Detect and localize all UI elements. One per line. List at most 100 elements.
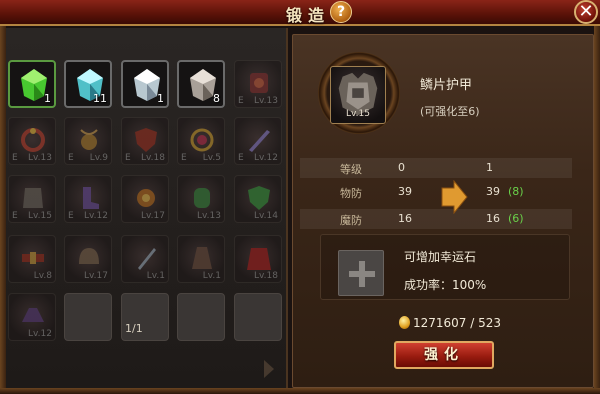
item-level: Lv.12 <box>28 329 52 339</box>
inventory-slot[interactable]: Lv.1 <box>177 235 225 283</box>
inventory-slot[interactable]: E Lv.9 <box>64 117 112 165</box>
item-level: Lv.18 <box>141 153 165 163</box>
stat-row-magic-defense: 魔防 16 16 (6) <box>300 209 572 229</box>
item-quantity: 1 <box>44 92 51 105</box>
frame-right <box>594 26 600 394</box>
cost-text: 1271607 / 523 <box>413 316 502 330</box>
item-level: Lv.17 <box>84 271 108 281</box>
inventory-slot[interactable]: E Lv.18 <box>121 117 169 165</box>
plus-icon-bar <box>349 271 375 277</box>
stat-label: 魔防 <box>340 214 362 227</box>
item-name: 鳞片护甲 <box>420 78 473 93</box>
rune-stone-icon <box>250 73 268 93</box>
inventory-slot[interactable]: Lv.12 <box>8 293 56 341</box>
boots-icon <box>83 187 99 209</box>
empty-slot[interactable] <box>234 293 282 341</box>
max-enhance-note: (可强化至6) <box>420 105 480 118</box>
empty-slot[interactable] <box>177 293 225 341</box>
inventory-slot[interactable]: E Lv.5 <box>177 117 225 165</box>
item-level: Lv.17 <box>141 211 165 221</box>
empty-slot[interactable] <box>64 293 112 341</box>
stat-label: 物防 <box>340 187 362 200</box>
inventory-slot[interactable]: E Lv.12 <box>64 175 112 223</box>
equip-mark: E <box>238 96 244 106</box>
shield-icon <box>135 128 157 152</box>
amulet-icon <box>80 129 98 150</box>
inventory-slot[interactable]: 1 <box>8 60 56 108</box>
inventory-slot[interactable]: 8 <box>177 60 225 108</box>
close-button[interactable]: ✕ <box>574 0 598 24</box>
belt-icon <box>22 252 44 264</box>
item-level: Lv.13 <box>28 153 52 163</box>
item-level: Lv.18 <box>254 271 278 281</box>
equip-mark: E <box>68 153 74 163</box>
upgrade-arrow-icon <box>441 180 468 214</box>
item-level: Lv.13 <box>197 211 221 221</box>
next-page-arrow-icon[interactable] <box>262 358 276 380</box>
hat-icon <box>22 308 44 322</box>
blade-icon <box>138 248 156 270</box>
inventory-slot[interactable]: Lv.8 <box>8 235 56 283</box>
stat-current: 39 <box>398 185 412 198</box>
armor-icon <box>23 188 43 208</box>
inventory-slot[interactable]: Lv.13 <box>177 175 225 223</box>
item-level: Lv.5 <box>202 153 221 163</box>
inventory-slot[interactable]: Lv.17 <box>121 175 169 223</box>
gem-ring-icon <box>190 128 214 152</box>
equip-mark: E <box>181 153 187 163</box>
add-lucky-stone-button[interactable] <box>338 250 384 296</box>
item-level: Lv.12 <box>84 211 108 221</box>
frame-bottom <box>0 388 600 394</box>
page-indicator: 1/1 <box>125 322 143 335</box>
item-quantity: 11 <box>93 92 107 105</box>
inventory-slot[interactable]: E Lv.15 <box>8 175 56 223</box>
enhance-button[interactable]: 强化 <box>394 341 494 369</box>
window-title: 锻造 <box>285 6 330 25</box>
equip-mark: E <box>68 211 74 221</box>
cost-line: 1271607 / 523 <box>399 316 501 330</box>
inventory-slot[interactable]: 1 <box>121 60 169 108</box>
ring-icon <box>21 128 45 152</box>
stat-current: 16 <box>398 212 412 225</box>
stat-next: 1 <box>486 161 493 174</box>
equip-mark: E <box>12 211 18 221</box>
inventory-slot[interactable]: E Lv.13 <box>8 117 56 165</box>
item-quantity: 8 <box>213 92 220 105</box>
equip-mark: E <box>238 153 244 163</box>
robe-icon <box>192 247 212 269</box>
inventory-slot[interactable]: 11 <box>64 60 112 108</box>
title-bar: 锻造 ? ✕ <box>0 0 600 26</box>
green-bracer-icon <box>194 188 210 208</box>
item-level: Lv.1 <box>146 271 165 281</box>
item-level: Lv.9 <box>89 153 108 163</box>
item-level: Lv.8 <box>33 271 52 281</box>
item-level: Lv.15 <box>28 211 52 221</box>
inventory-slot[interactable]: E Lv.13 <box>234 60 282 108</box>
inventory-slot[interactable]: E Lv.12 <box>234 117 282 165</box>
sword-icon <box>249 130 270 152</box>
item-quantity: 1 <box>157 92 164 105</box>
inventory-slot[interactable]: Lv.1 <box>121 235 169 283</box>
stat-row-physical-defense: 物防 39 39 (8) <box>300 182 572 202</box>
help-button[interactable]: ? <box>330 1 352 23</box>
stat-next: 39 <box>486 185 500 198</box>
item-level: Lv.13 <box>254 96 278 106</box>
stat-next: 16 <box>486 212 500 225</box>
stat-bonus: (8) <box>508 185 524 198</box>
cape-icon <box>247 248 271 270</box>
stat-label: 等级 <box>340 163 362 176</box>
stat-bonus: (6) <box>508 212 524 225</box>
item-level: Lv.12 <box>254 153 278 163</box>
inventory-slot[interactable]: Lv.18 <box>234 235 282 283</box>
item-level-badge: Lv.15 <box>346 109 370 119</box>
lucky-stone-label: 可增加幸运石 <box>404 250 477 264</box>
helmet-icon <box>79 248 99 264</box>
equip-mark: E <box>125 153 131 163</box>
gold-coin-icon <box>399 316 410 329</box>
item-level: Lv.14 <box>254 211 278 221</box>
stat-row-level: 等级 0 1 <box>300 158 572 178</box>
inventory-slot[interactable]: Lv.17 <box>64 235 112 283</box>
inventory-slot[interactable]: Lv.14 <box>234 175 282 223</box>
success-rate: 成功率：100% <box>404 278 487 292</box>
item-level: Lv.1 <box>202 271 221 281</box>
